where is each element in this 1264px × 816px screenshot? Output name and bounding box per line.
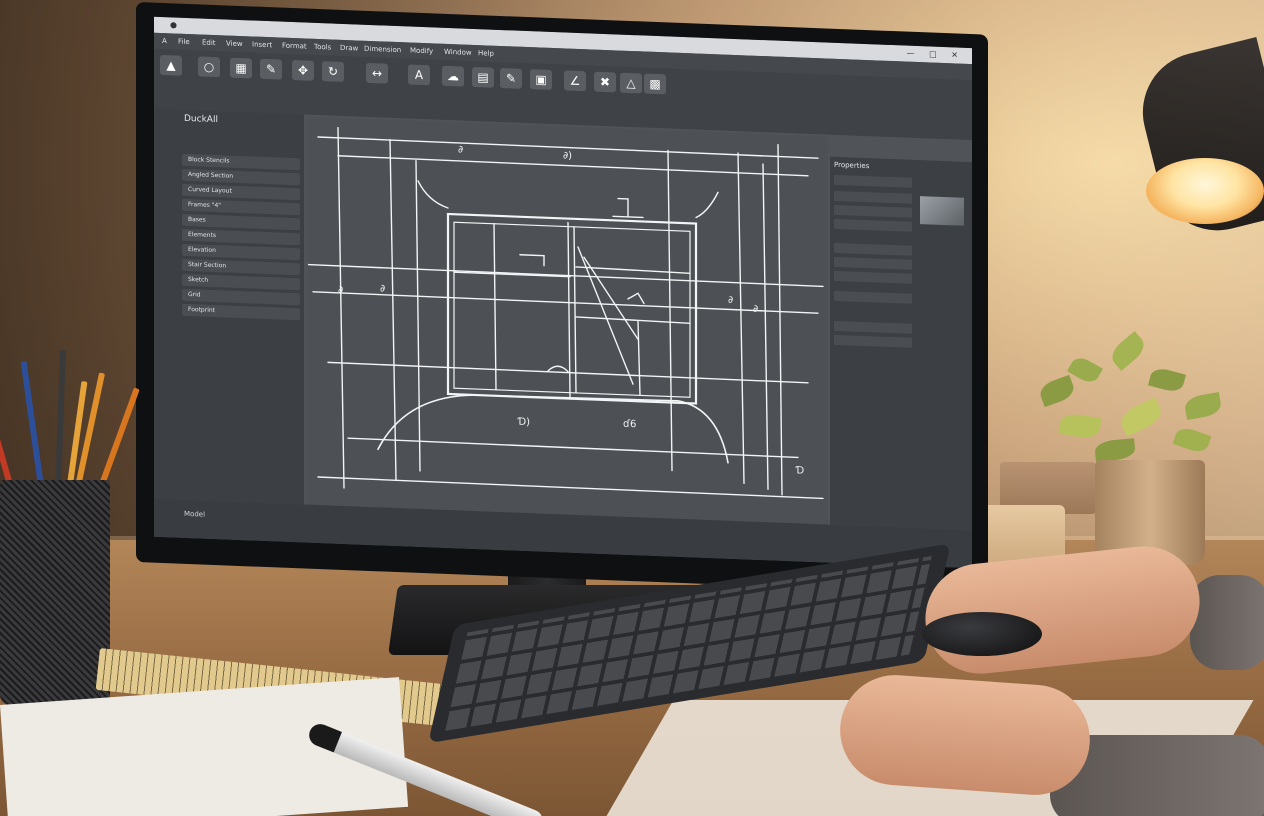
sketch-annotation: ∂ bbox=[458, 144, 463, 155]
sketch-line bbox=[493, 223, 497, 391]
sketch-frame-inner bbox=[453, 221, 691, 398]
edit-tool-icon[interactable]: ✎ bbox=[500, 67, 522, 89]
mesh-cup bbox=[0, 480, 110, 705]
draw-tool-icon[interactable]: ✎ bbox=[260, 58, 282, 80]
sketch-line bbox=[637, 320, 641, 397]
preview-thumbnail bbox=[920, 196, 964, 226]
sketch-annotation: ∂ bbox=[338, 285, 343, 296]
sketch-annotation: ∂) bbox=[563, 150, 572, 161]
sketch-line bbox=[312, 291, 819, 314]
sleeve-upper bbox=[1190, 575, 1264, 670]
sketch-line bbox=[737, 152, 745, 485]
sketch-mark bbox=[612, 197, 644, 219]
layers-panel-title: DuckAll bbox=[184, 113, 218, 126]
drawing-canvas[interactable]: ∂ ∂) ∂ ∂ ∂ ∂ Ɗ) ɗ6 Ɗ bbox=[307, 116, 828, 525]
sketch-line bbox=[347, 437, 799, 459]
menu-item[interactable]: Modify bbox=[410, 47, 433, 56]
sketch-mark bbox=[547, 365, 569, 373]
sketch-mark bbox=[519, 254, 545, 267]
sketch-annotation: ∂ bbox=[380, 283, 385, 294]
sketch-mark bbox=[627, 292, 645, 305]
measure-tool-icon[interactable]: ∠ bbox=[564, 70, 586, 92]
menu-item[interactable]: Help bbox=[478, 49, 494, 58]
table-tool-icon[interactable]: ▤ bbox=[472, 66, 494, 88]
architectural-sketch: ∂ ∂) ∂ ∂ ∂ ∂ Ɗ) ɗ6 Ɗ bbox=[307, 127, 824, 500]
sketch-frame bbox=[446, 212, 698, 405]
sketch-line bbox=[667, 149, 673, 472]
menu-item[interactable]: Format bbox=[282, 42, 307, 51]
sketch-line bbox=[415, 160, 421, 472]
monitor: ● — □ ✕ A File Edit View Insert Format T… bbox=[136, 2, 988, 595]
sketch-line bbox=[567, 221, 571, 398]
window-title: ● bbox=[170, 20, 177, 30]
sketch-line bbox=[317, 476, 824, 500]
rotate-tool-icon[interactable]: ↻ bbox=[322, 61, 344, 82]
menu-item[interactable]: Insert bbox=[252, 40, 272, 49]
circle-tool-icon[interactable]: ○ bbox=[198, 56, 220, 78]
sketch-line bbox=[327, 361, 809, 384]
sketch-annotation: ɗ6 bbox=[623, 419, 636, 431]
text-tool-icon[interactable]: A bbox=[408, 64, 430, 86]
menu-item[interactable]: A bbox=[162, 37, 167, 45]
status-text: Model bbox=[184, 509, 206, 519]
menu-item[interactable]: File bbox=[178, 38, 190, 46]
sketch-annotation: ∂ bbox=[753, 304, 758, 315]
dimension-tool-icon[interactable]: ↔ bbox=[366, 62, 388, 84]
cad-screen: ● — □ ✕ A File Edit View Insert Format T… bbox=[154, 16, 972, 569]
menu-item[interactable]: Tools bbox=[314, 43, 331, 52]
window-controls[interactable]: — □ ✕ bbox=[907, 49, 964, 60]
sketch-line bbox=[777, 143, 783, 496]
line-tool-icon[interactable]: ▲ bbox=[160, 54, 182, 76]
grid-tool-icon[interactable]: ▦ bbox=[230, 57, 252, 79]
menu-item[interactable]: Edit bbox=[202, 39, 216, 48]
sketch-curve bbox=[417, 180, 449, 209]
hand-on-keyboard bbox=[836, 671, 1094, 799]
sketch-annotation: Ɗ) bbox=[517, 417, 530, 429]
layer-tool-icon[interactable]: ▣ bbox=[530, 69, 552, 90]
sketch-line bbox=[762, 163, 769, 490]
photo-scene: ● — □ ✕ A File Edit View Insert Format T… bbox=[0, 0, 1264, 816]
mouse[interactable] bbox=[922, 612, 1042, 656]
menu-item[interactable]: Window bbox=[444, 48, 472, 57]
move-tool-icon[interactable]: ✥ bbox=[292, 59, 314, 81]
sketch-annotation: ∂ bbox=[728, 295, 733, 306]
sketch-diagonal bbox=[577, 246, 634, 385]
menu-item[interactable]: Draw bbox=[340, 44, 358, 53]
sketch-line bbox=[337, 127, 345, 489]
sketch-line bbox=[307, 263, 824, 288]
lamp-bulb bbox=[1146, 158, 1264, 224]
sketch-annotation: Ɗ bbox=[795, 465, 804, 476]
menu-item[interactable]: Dimension bbox=[364, 45, 401, 54]
cloud-tool-icon[interactable]: ☁ bbox=[442, 65, 464, 87]
sketch-curve bbox=[695, 191, 719, 219]
properties-panel-title: Properties bbox=[834, 160, 870, 171]
block-tool-icon[interactable]: ▩ bbox=[644, 73, 666, 95]
menu-item[interactable]: View bbox=[226, 39, 243, 48]
trim-tool-icon[interactable]: ✖ bbox=[594, 71, 616, 93]
triangle-tool-icon[interactable]: △ bbox=[620, 72, 642, 94]
sketch-line bbox=[573, 226, 577, 394]
sketch-line bbox=[575, 316, 691, 324]
